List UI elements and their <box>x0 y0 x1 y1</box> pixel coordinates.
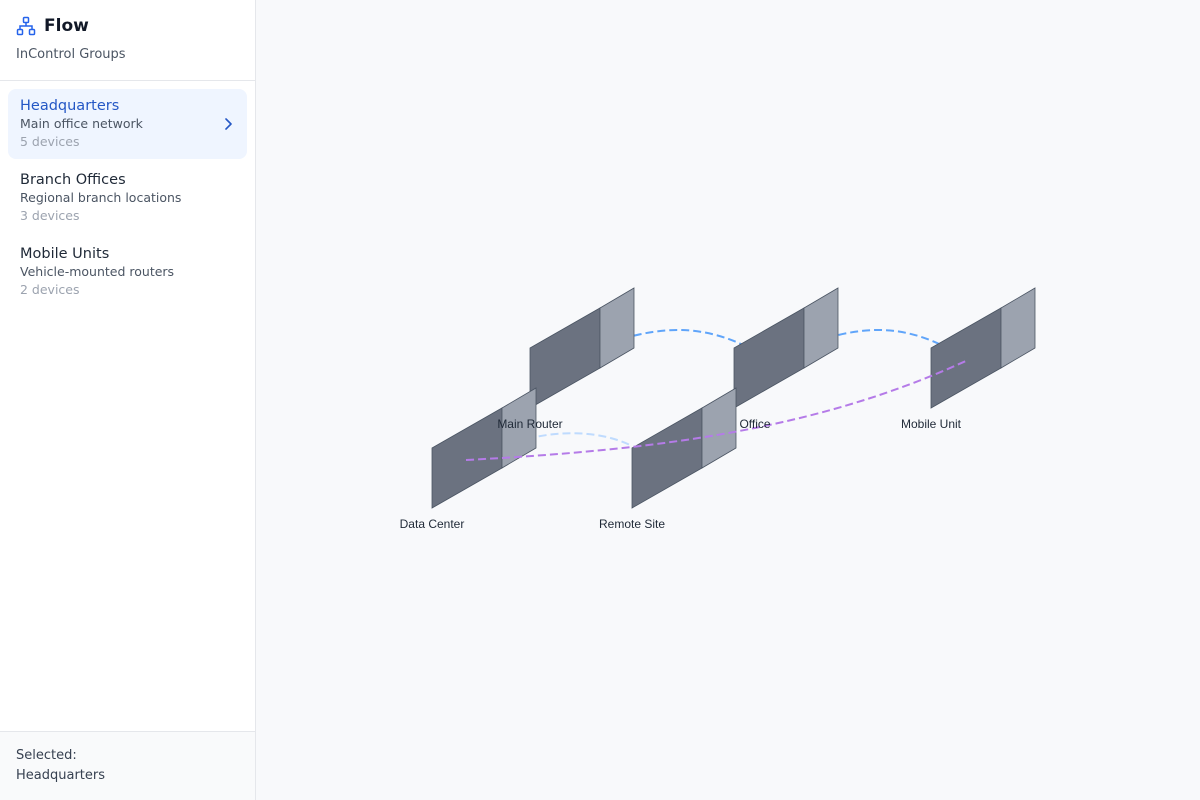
group-description: Vehicle-mounted routers <box>20 264 175 279</box>
node-label-office: Office <box>739 417 770 431</box>
group-description: Main office network <box>20 116 143 131</box>
chevron-right-icon <box>225 118 232 130</box>
network-hierarchy-icon <box>16 16 36 36</box>
brand: Flow <box>16 16 89 36</box>
device-main-router[interactable] <box>529 287 635 409</box>
app-window: Flow InControl Groups Headquarters Main … <box>0 0 1200 800</box>
topology-diagram[interactable]: Main Router Office Mobile Unit Data Cent… <box>256 0 1200 800</box>
selection-footer: Selected: Headquarters <box>0 731 255 800</box>
device-mobile-unit[interactable] <box>930 287 1036 409</box>
group-item-headquarters[interactable]: Headquarters Main office network 5 devic… <box>8 89 247 159</box>
app-title: Flow <box>44 16 89 36</box>
group-device-count: 3 devices <box>20 208 80 223</box>
selected-label: Selected: <box>16 748 77 763</box>
group-device-count: 5 devices <box>20 134 80 149</box>
sidebar: Flow InControl Groups Headquarters Main … <box>0 0 256 800</box>
group-name: Mobile Units <box>20 246 110 262</box>
group-item-mobile-units[interactable]: Mobile Units Vehicle-mounted routers 2 d… <box>8 237 247 307</box>
node-label-mobile-unit: Mobile Unit <box>901 417 962 431</box>
device-data-center[interactable] <box>431 387 537 509</box>
node-label-main-router: Main Router <box>497 417 562 431</box>
node-label-remote-site: Remote Site <box>599 517 665 531</box>
group-item-branch-offices[interactable]: Branch Offices Regional branch locations… <box>8 163 247 233</box>
group-list: Headquarters Main office network 5 devic… <box>8 89 247 311</box>
app-subtitle: InControl Groups <box>16 47 126 62</box>
device-office[interactable] <box>733 287 839 409</box>
topology-canvas[interactable]: Main Router Office Mobile Unit Data Cent… <box>256 0 1200 800</box>
group-device-count: 2 devices <box>20 282 80 297</box>
group-name: Branch Offices <box>20 172 126 188</box>
group-name: Headquarters <box>20 98 120 114</box>
group-description: Regional branch locations <box>20 190 182 205</box>
node-label-data-center: Data Center <box>400 517 465 531</box>
device-remote-site[interactable] <box>631 387 737 509</box>
sidebar-divider <box>0 80 255 81</box>
selected-value: Headquarters <box>16 768 106 783</box>
